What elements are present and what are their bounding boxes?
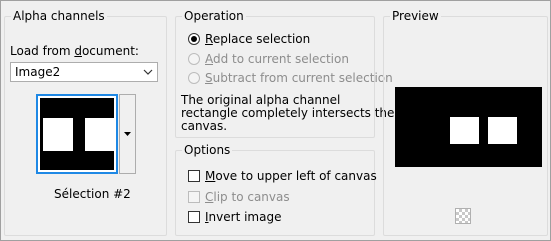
- thumbnail-left-square: [43, 118, 73, 151]
- selection-name-label: Sélection #2: [54, 187, 131, 201]
- dropdown-arrow-icon: [124, 132, 131, 136]
- alpha-channel-thumbnail[interactable]: [36, 94, 118, 174]
- subtract-selection-label[interactable]: Subtract from current selection: [205, 71, 393, 85]
- invert-image-checkbox[interactable]: [188, 211, 200, 223]
- add-to-selection-label[interactable]: Add to current selection: [205, 52, 349, 66]
- document-select-value: Image2: [15, 65, 61, 79]
- preview-right-square: [488, 117, 517, 144]
- move-to-upper-left-label[interactable]: Move to upper left of canvas: [205, 169, 377, 183]
- load-from-document-label: Load from document:: [10, 44, 139, 58]
- invert-image-label[interactable]: Invert image: [205, 210, 281, 224]
- preview-left-square: [450, 117, 479, 144]
- thumbnail-right-square: [85, 118, 115, 151]
- transparency-icon: [455, 208, 471, 224]
- preview-title: Preview: [390, 9, 441, 23]
- intersection-info-line-1: The original alpha channel: [181, 93, 341, 107]
- clip-to-canvas-label[interactable]: Clip to canvas: [205, 190, 290, 204]
- add-to-selection-radio[interactable]: [188, 53, 200, 65]
- replace-selection-label[interactable]: Replace selection: [205, 32, 310, 46]
- alpha-channel-thumbnail-image: [40, 98, 115, 170]
- radio-selected-dot: [191, 36, 197, 42]
- chevron-down-icon: [143, 69, 153, 75]
- preview-canvas: [395, 87, 542, 167]
- replace-selection-radio[interactable]: [188, 33, 200, 45]
- intersection-info-line-3: canvas.: [181, 119, 228, 133]
- operation-title: Operation: [182, 9, 246, 23]
- move-to-upper-left-checkbox[interactable]: [188, 170, 200, 182]
- thumbnail-picker-button[interactable]: [119, 94, 136, 174]
- alpha-channels-title: Alpha channels: [11, 9, 107, 23]
- document-select[interactable]: Image2: [10, 62, 158, 82]
- subtract-selection-radio[interactable]: [188, 72, 200, 84]
- options-title: Options: [182, 143, 233, 157]
- clip-to-canvas-checkbox[interactable]: [188, 191, 200, 203]
- intersection-info-line-2: rectangle completely intersects the: [181, 106, 395, 120]
